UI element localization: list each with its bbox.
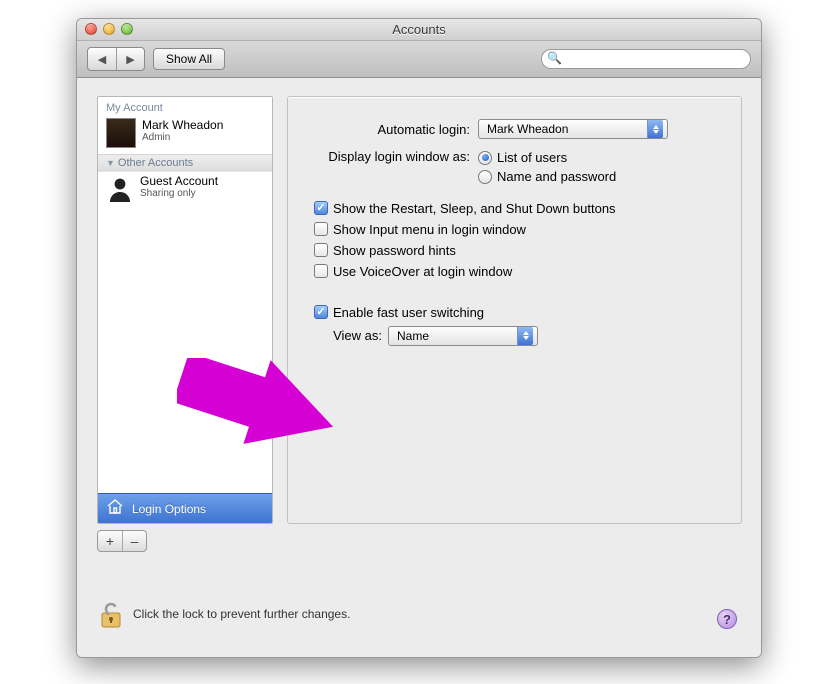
checkbox-show-input-menu[interactable]: Show Input menu in login window — [314, 222, 741, 237]
lock-icon[interactable] — [97, 599, 125, 629]
accounts-window: Accounts ◀ ▶ Show All 🔍 My Account Mark … — [76, 18, 762, 658]
checkbox-show-restart[interactable]: Show the Restart, Sleep, and Shut Down b… — [314, 201, 741, 216]
checkbox-icon — [314, 264, 328, 278]
automatic-login-select[interactable]: Mark Wheadon — [478, 119, 668, 139]
show-all-button[interactable]: Show All — [153, 48, 225, 70]
house-icon — [106, 498, 124, 519]
checkbox-icon — [314, 243, 328, 257]
content-area: My Account Mark Wheadon Admin ▼Other Acc… — [77, 78, 761, 657]
checkbox-icon — [314, 222, 328, 236]
radio-dot-icon — [478, 151, 492, 165]
close-button[interactable] — [85, 23, 97, 35]
remove-account-button[interactable]: – — [122, 531, 146, 551]
back-button[interactable]: ◀ — [88, 48, 116, 70]
nav-segment: ◀ ▶ — [87, 47, 145, 71]
minimize-button[interactable] — [103, 23, 115, 35]
automatic-login-label: Automatic login: — [288, 122, 478, 137]
checkbox-show-password-hints[interactable]: Show password hints — [314, 243, 741, 258]
settings-panel: Automatic login: Mark Wheadon Display lo… — [287, 96, 742, 524]
sidebar-item-my-account[interactable]: Mark Wheadon Admin — [98, 116, 272, 154]
disclosure-triangle-icon: ▼ — [106, 158, 115, 168]
avatar — [106, 118, 136, 148]
help-button[interactable]: ? — [717, 609, 737, 629]
view-as-select[interactable]: Name — [388, 326, 538, 346]
sidebar-item-guest[interactable]: Guest Account Sharing only — [98, 172, 272, 211]
automatic-login-value: Mark Wheadon — [487, 122, 568, 136]
other-accounts-header[interactable]: ▼Other Accounts — [98, 154, 272, 172]
forward-button[interactable]: ▶ — [116, 48, 144, 70]
search-wrap: 🔍 — [541, 49, 751, 69]
radio-list-of-users[interactable]: List of users — [478, 150, 567, 165]
sidebar-item-login-options[interactable]: Login Options — [98, 493, 272, 523]
view-as-label: View as: — [314, 328, 388, 343]
account-name: Mark Wheadon — [142, 118, 223, 132]
stepper-cap-icon — [517, 327, 533, 345]
checkbox-icon — [314, 305, 328, 319]
radio-dot-icon — [478, 170, 492, 184]
stepper-cap-icon — [647, 120, 663, 138]
checkbox-fast-user-switching[interactable]: Enable fast user switching — [314, 305, 741, 320]
zoom-button[interactable] — [121, 23, 133, 35]
my-account-header: My Account — [98, 97, 272, 116]
display-login-label: Display login window as: — [288, 149, 478, 164]
lock-text: Click the lock to prevent further change… — [133, 607, 350, 621]
search-icon: 🔍 — [547, 51, 562, 65]
lock-row: Click the lock to prevent further change… — [97, 599, 350, 629]
search-input[interactable] — [541, 49, 751, 69]
login-options-label: Login Options — [132, 502, 206, 516]
titlebar[interactable]: Accounts — [77, 19, 761, 41]
radio-name-and-password[interactable]: Name and password — [478, 169, 616, 184]
traffic-lights — [85, 23, 133, 35]
checkbox-use-voiceover[interactable]: Use VoiceOver at login window — [314, 264, 741, 279]
guest-silhouette-icon — [106, 174, 134, 205]
accounts-sidebar: My Account Mark Wheadon Admin ▼Other Acc… — [97, 96, 273, 524]
window-title: Accounts — [392, 22, 445, 37]
toolbar: ◀ ▶ Show All 🔍 — [77, 41, 761, 78]
add-remove-segment: + – — [97, 530, 147, 552]
checkbox-icon — [314, 201, 328, 215]
account-role: Admin — [142, 132, 223, 143]
guest-name: Guest Account — [140, 174, 218, 188]
guest-role: Sharing only — [140, 188, 218, 199]
add-account-button[interactable]: + — [98, 531, 122, 551]
view-as-value: Name — [397, 329, 429, 343]
